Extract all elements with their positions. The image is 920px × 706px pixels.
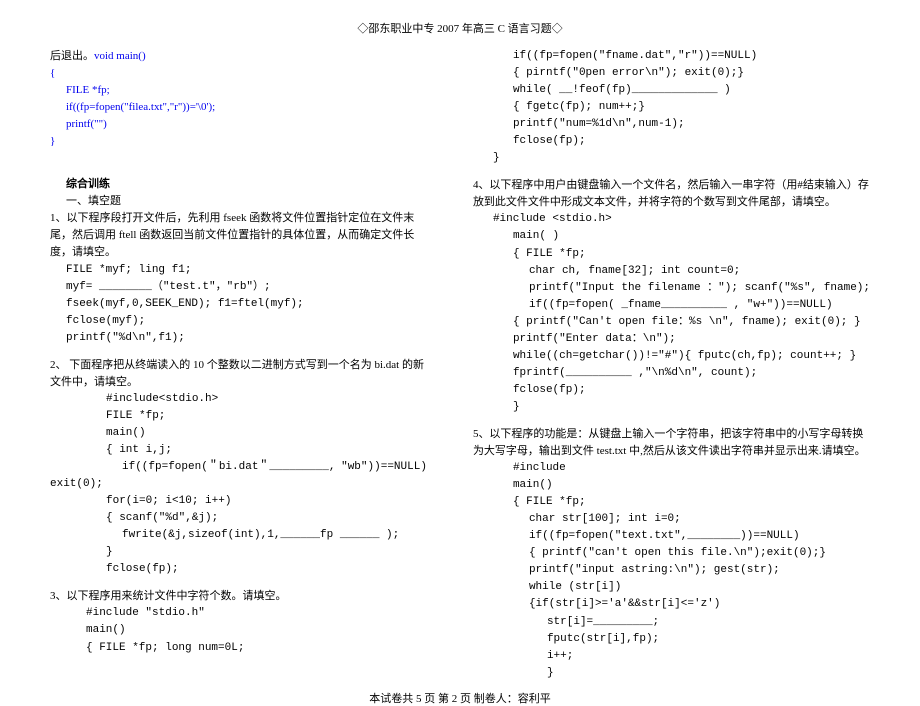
- code-line: if((fp=fopen(＂bi.dat＂_________, ″wb″))==…: [50, 459, 427, 476]
- right-column: if((fp=fopen("fname.dat","r"))==NULL) { …: [457, 48, 870, 682]
- code-line: fprintf(__________ ,"\n%d\n", count);: [457, 365, 870, 382]
- code-line: 后退出。后退出。void main()void main(): [50, 48, 427, 65]
- code-line: printf("num=%1d\n",num-1);: [457, 116, 870, 133]
- code-line: if((fp=fopen("text.txt",________))==NULL…: [457, 528, 870, 545]
- code-line: { pirntf("0pen error\n"); exit(0);}: [457, 65, 870, 82]
- code-line: #include "stdio.h": [50, 605, 427, 622]
- code-line: main( ): [457, 228, 870, 245]
- page: ◇邵东职业中专 2007 年高三 C 语言习题◇ 后退出。后退出。void ma…: [0, 0, 920, 706]
- code-line: main(): [50, 425, 427, 442]
- code-line: }: [457, 399, 870, 416]
- question-1-text: 1、以下程序段打开文件后，先利用 fseek 函数将文件位置指针定位在文件末尾，…: [50, 210, 427, 261]
- code-line: {: [50, 65, 427, 82]
- code-line: while( __!feof(fp)_____________ ): [457, 82, 870, 99]
- code-line: if((fp=fopen("fname.dat","r"))==NULL): [457, 48, 870, 65]
- code-line: { FILE *fp; long num=0L;: [50, 640, 427, 657]
- code-line: { FILE *fp;: [457, 494, 870, 511]
- page-header: ◇邵东职业中专 2007 年高三 C 语言习题◇: [50, 20, 870, 36]
- code-line: fclose(fp);: [457, 133, 870, 150]
- code-line: printf(""): [50, 116, 427, 133]
- question-4-text: 4、以下程序中用户由键盘输入一个文件名，然后输入一串字符（用#结束输入）存放到此…: [457, 177, 870, 211]
- code-line: printf("Enter data：\n");: [457, 331, 870, 348]
- code-line: main(): [457, 477, 870, 494]
- code-line: #include: [457, 460, 870, 477]
- code-line: { int i,j;: [50, 442, 427, 459]
- code-line: if((fp=fopen( _fname__________ , "w+"))=…: [457, 297, 870, 314]
- code-line: printf("Input the filename ："); scanf("%…: [457, 280, 870, 297]
- code-line: i++;: [457, 648, 870, 665]
- code-line: { FILE *fp;: [457, 246, 870, 263]
- code-line: {if(str[i]>='a'&&str[i]<='z'): [457, 596, 870, 613]
- columns: 后退出。后退出。void main()void main() { FILE *f…: [50, 48, 870, 682]
- code-line: { printf("can't open this file.\n");exit…: [457, 545, 870, 562]
- code-line: fwrite(&j,sizeof(int),1,______fp ______ …: [50, 527, 427, 544]
- subsection-title: 一、填空题: [50, 193, 427, 210]
- question-2-text: 2、 下面程序把从终端读入的 10 个整数以二进制方式写到一个名为 bi.dat…: [50, 357, 427, 391]
- code-line: myf= ________（"test.t"，"rb"）;: [50, 279, 427, 296]
- code-line: char str[100]; int i=0;: [457, 511, 870, 528]
- code-line: printf("%d\n",f1);: [50, 330, 427, 347]
- code-line: { printf("Can't open file：%s \n", fname)…: [457, 314, 870, 331]
- code-line: FILE *myf; ling f1;: [50, 262, 427, 279]
- code-line: #include <stdio.h>: [457, 211, 870, 228]
- code-line: FILE *fp;: [50, 408, 427, 425]
- question-5-text: 5、以下程序的功能是：从键盘上输入一个字符串，把该字符串中的小写字母转换为大写字…: [457, 426, 870, 460]
- code-line: fputc(str[i],fp);: [457, 631, 870, 648]
- code-line: main(): [50, 622, 427, 639]
- code-line: }: [457, 150, 870, 167]
- code-line: }: [50, 133, 427, 150]
- code-line: while (str[i]): [457, 579, 870, 596]
- code-line: if((fp=fopen("filea.txt","r"))='\0');: [50, 99, 427, 116]
- code-line: char ch, fname[32]; int count=0;: [457, 263, 870, 280]
- code-line: str[i]=_________;: [457, 614, 870, 631]
- page-footer: 本试卷共 5 页 第 2 页 制卷人：容利平: [50, 690, 870, 706]
- code-line: while((ch=getchar())!=″#″){ fputc(ch,fp)…: [457, 348, 870, 365]
- code-line: fclose(myf);: [50, 313, 427, 330]
- code-block-1: 后退出。后退出。void main()void main() { FILE *f…: [50, 48, 427, 150]
- left-column: 后退出。后退出。void main()void main() { FILE *f…: [50, 48, 427, 682]
- code-line: }: [457, 665, 870, 682]
- code-line: FILE *fp;: [50, 82, 427, 99]
- code-line: fclose(fp);: [457, 382, 870, 399]
- code-line: for(i=0; i<10; i++): [50, 493, 427, 510]
- code-line: fseek(myf,0,SEEK_END); f1=ftel(myf);: [50, 296, 427, 313]
- code-line: #include<stdio.h>: [50, 391, 427, 408]
- section-title: 综合训练: [50, 176, 427, 193]
- code-line: printf("input astring:\n"); gest(str);: [457, 562, 870, 579]
- code-line: }: [50, 544, 427, 561]
- code-line: fclose(fp);: [50, 561, 427, 578]
- question-3-text: 3、以下程序用来统计文件中字符个数。请填空。: [50, 588, 427, 605]
- code-line: exit(0);: [50, 476, 427, 493]
- code-line: { scanf(″%d″,&j);: [50, 510, 427, 527]
- code-line: { fgetc(fp); num++;}: [457, 99, 870, 116]
